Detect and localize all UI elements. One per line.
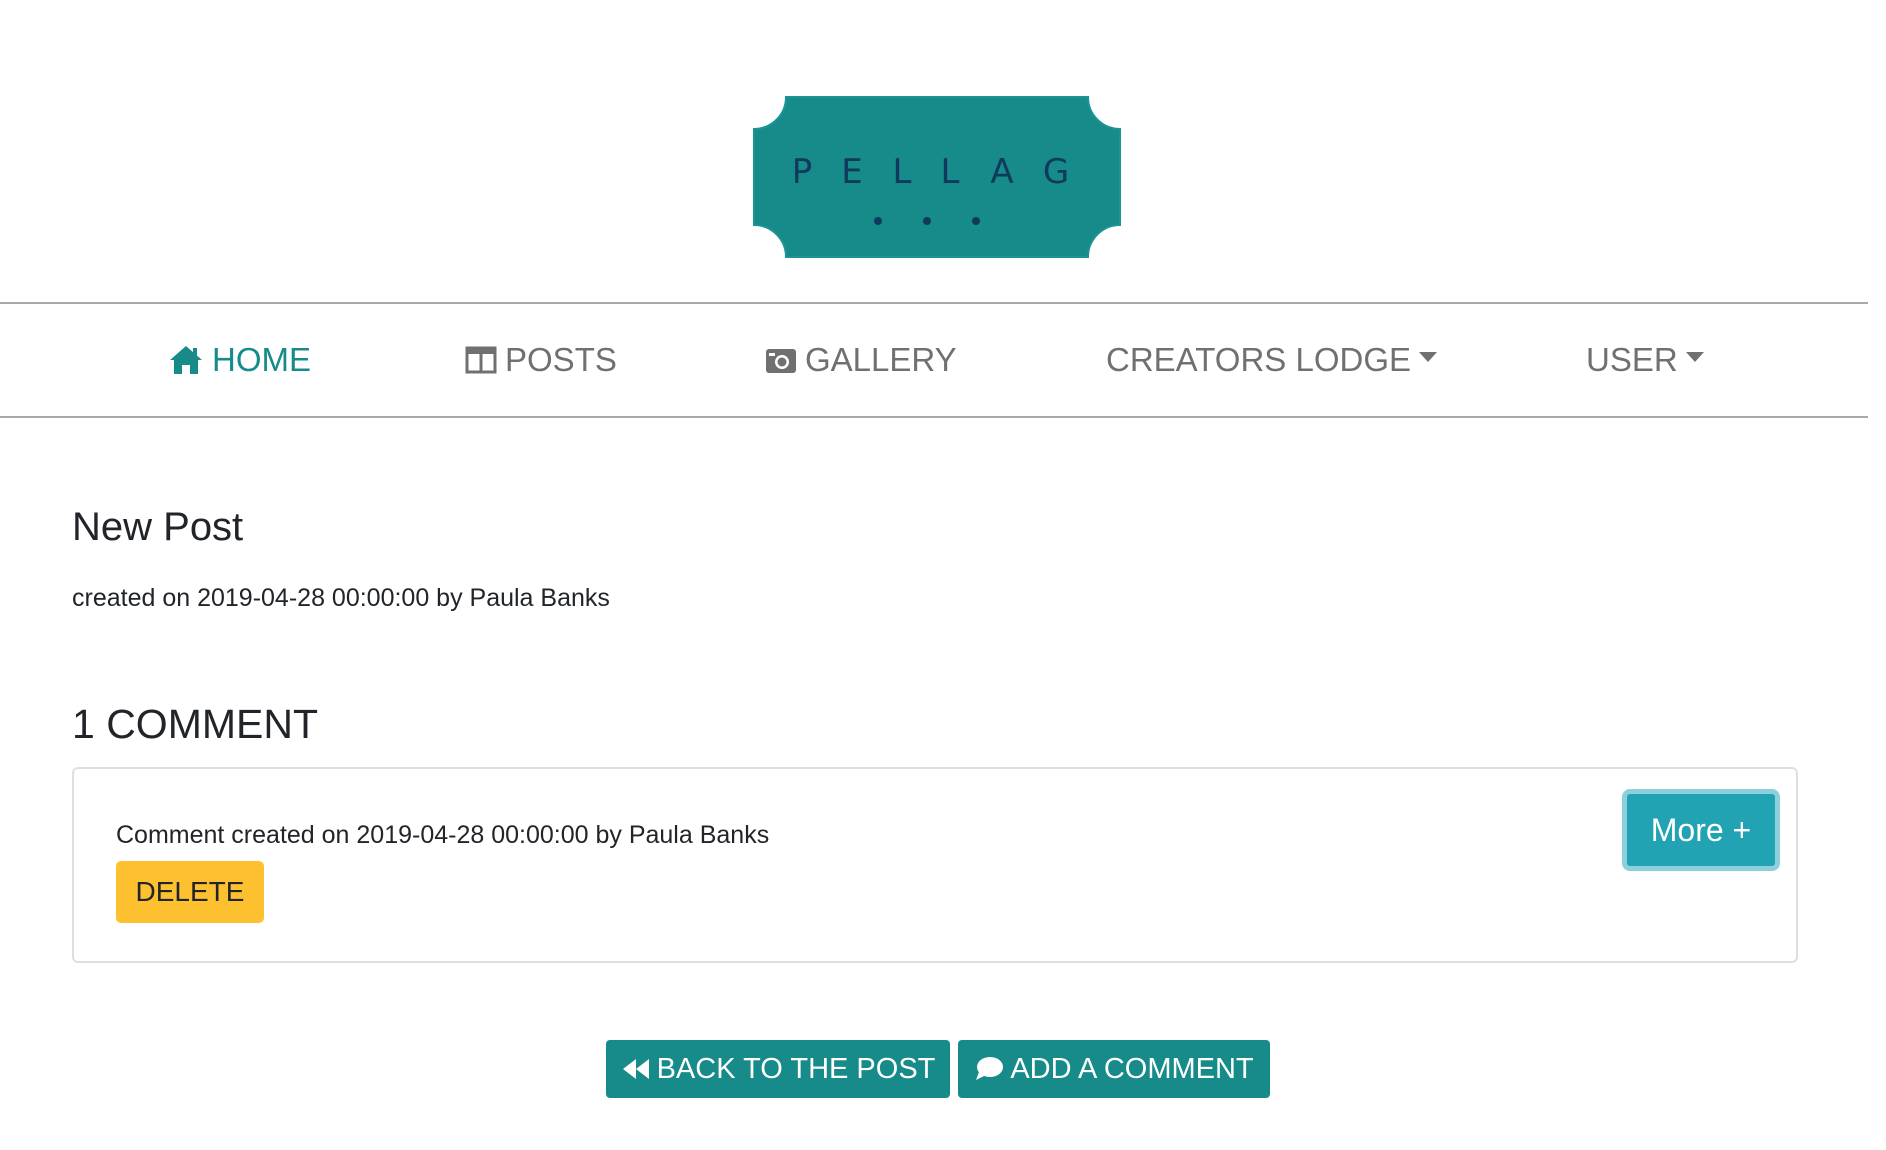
site-logo[interactable]: P E L L A G (752, 95, 1122, 259)
page: P E L L A G HOME POSTS GALLERY CREATORS … (0, 0, 1886, 1150)
comment-meta: Comment created on 2019-04-28 00:00:00 b… (116, 821, 770, 849)
nav-item-gallery[interactable]: GALLERY (765, 304, 957, 416)
backward-icon (621, 1057, 651, 1081)
post-meta: created on 2019-04-28 00:00:00 by Paula … (72, 584, 610, 612)
svg-text:P: P (792, 152, 813, 192)
nav-item-posts[interactable]: POSTS (465, 304, 617, 416)
nav-creators-lodge-label: CREATORS LODGE (1106, 341, 1412, 378)
add-comment-label: ADD A COMMENT (1010, 1052, 1254, 1085)
delete-comment-button[interactable]: DELETE (116, 861, 264, 923)
more-button[interactable]: More + (1622, 789, 1780, 871)
svg-text:G: G (1043, 152, 1069, 192)
nav-home-label: HOME (212, 341, 311, 378)
svg-text:E: E (841, 152, 862, 192)
comments-heading: 1 COMMENT (72, 701, 318, 747)
back-to-post-button[interactable]: BACK TO THE POST (606, 1040, 950, 1098)
nav-item-home[interactable]: HOME (168, 304, 311, 416)
post-title: New Post (72, 505, 244, 549)
svg-text:A: A (990, 152, 1013, 192)
nav-user-label: USER (1586, 341, 1678, 378)
svg-text:L: L (941, 152, 960, 192)
svg-text:L: L (893, 152, 912, 192)
comment-card: Comment created on 2019-04-28 00:00:00 b… (72, 767, 1798, 963)
columns-icon (465, 346, 497, 374)
nav-gallery-label: GALLERY (805, 341, 957, 378)
nav-item-user[interactable]: USER (1586, 304, 1704, 416)
chevron-down-icon (1685, 352, 1704, 362)
nav-item-creators-lodge[interactable]: CREATORS LODGE (1106, 304, 1438, 416)
logo-badge: P E L L A G (753, 96, 1121, 258)
nav-posts-label: POSTS (505, 341, 617, 378)
home-icon (168, 344, 204, 376)
camera-icon (765, 346, 797, 374)
back-to-post-label: BACK TO THE POST (656, 1052, 936, 1085)
main-navbar: HOME POSTS GALLERY CREATORS LODGE USER (0, 302, 1868, 418)
comment-icon (974, 1056, 1004, 1082)
add-comment-button[interactable]: ADD A COMMENT (958, 1040, 1270, 1098)
chevron-down-icon (1419, 352, 1438, 362)
